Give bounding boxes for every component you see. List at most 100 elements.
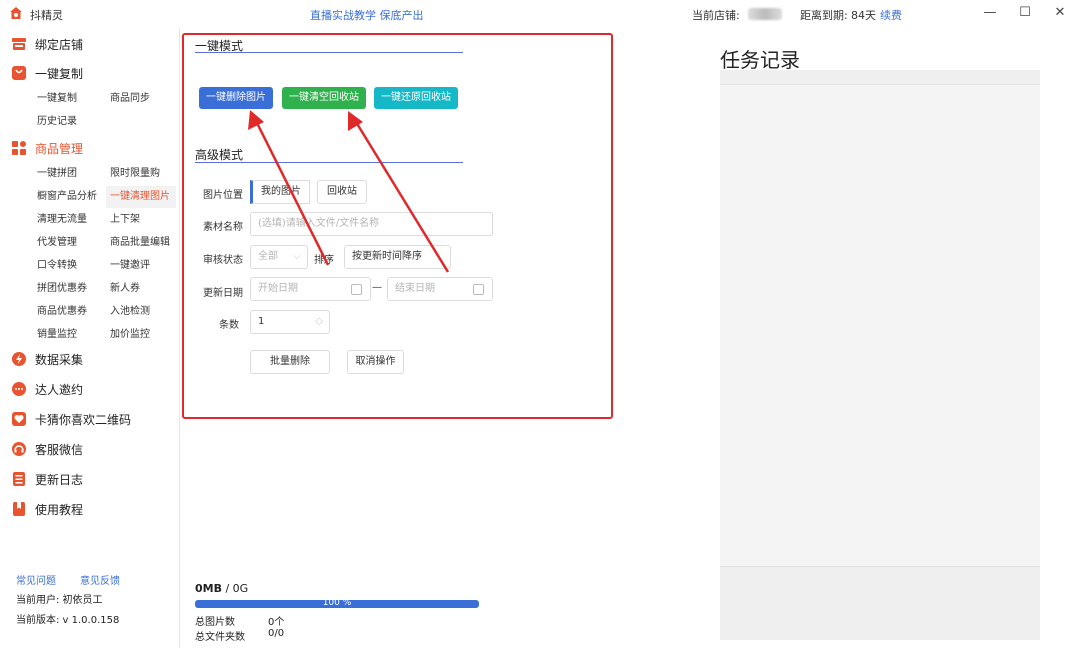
total-folders-label: 总文件夹数 — [195, 632, 245, 643]
sort-label: 排序 — [314, 255, 334, 266]
nav-tutorial[interactable]: 使用教程 — [0, 497, 180, 521]
calendar-icon — [351, 284, 362, 295]
count-stepper[interactable]: 1 ◇ — [250, 310, 330, 334]
end-date-placeholder: 结束日期 — [395, 283, 435, 294]
bookmark-icon — [13, 502, 25, 516]
batch-delete-button[interactable]: 批量删除 — [250, 350, 330, 374]
maximize-button[interactable]: ☐ — [1015, 4, 1035, 22]
end-date-input[interactable]: 结束日期 — [387, 277, 493, 301]
heart-icon — [12, 412, 26, 426]
bag-icon — [12, 66, 26, 80]
nav-copy[interactable]: 一键复制 — [0, 61, 180, 85]
list-icon — [13, 472, 25, 486]
audit-status-label: 审核状态 — [203, 255, 243, 266]
sub-code-convert[interactable]: 口令转换 — [33, 255, 77, 277]
nav-changelog[interactable]: 更新日志 — [0, 467, 180, 491]
store-label: 当前店铺: — [692, 9, 740, 22]
sub-window-analysis[interactable]: 橱窗产品分析 — [33, 186, 97, 208]
segment-my-images[interactable]: 我的图片 — [250, 180, 310, 204]
chevron-down-icon: ⌵ — [293, 251, 301, 262]
expire-days: 84天 — [851, 9, 876, 22]
sub-price-monitor[interactable]: 加价监控 — [106, 324, 150, 346]
sub-pool-check[interactable]: 入池检测 — [106, 301, 150, 323]
sort-select[interactable]: 按更新时间降序 — [344, 245, 451, 269]
total-images-value: 0个 — [268, 617, 285, 628]
storage-total: / 0G — [221, 582, 249, 595]
close-button[interactable]: ✕ — [1050, 4, 1070, 22]
nav-copy-label: 一键复制 — [35, 67, 84, 81]
delete-images-button[interactable]: 一键删除图片 — [199, 87, 273, 109]
sub-dropship[interactable]: 代发管理 — [33, 232, 77, 254]
faq-link[interactable]: 常见问题 — [16, 572, 56, 587]
sub-goods-coupon[interactable]: 商品优惠券 — [33, 301, 87, 323]
storage-progress-text: 100 % — [322, 598, 352, 608]
grid-icon — [12, 141, 26, 155]
audit-status-select[interactable]: 全部 ⌵ — [250, 245, 308, 269]
nav-data-collect[interactable]: 数据采集 — [0, 347, 180, 371]
promo-link[interactable]: 直播实战教学 保底产出 — [310, 7, 424, 23]
nav-tutorial-label: 使用教程 — [35, 503, 84, 517]
nav-influencer[interactable]: 达人邀约 — [0, 377, 180, 401]
nav-qr[interactable]: 卡猜你喜欢二维码 — [0, 407, 180, 431]
nav-goods-manage-label: 商品管理 — [35, 142, 84, 156]
sub-sales-monitor[interactable]: 销量监控 — [33, 324, 77, 346]
nav-bind-store[interactable]: 绑定店铺 — [0, 32, 180, 56]
quick-mode-divider — [195, 52, 463, 53]
sub-batch-edit[interactable]: 商品批量编辑 — [106, 232, 170, 254]
nav-service[interactable]: 客服微信 — [0, 437, 180, 461]
chat-icon — [12, 382, 26, 396]
calendar-icon — [473, 284, 484, 295]
material-name-label: 素材名称 — [203, 222, 243, 233]
total-folders-value: 0/0 — [268, 628, 285, 639]
nav-qr-label: 卡猜你喜欢二维码 — [35, 413, 132, 427]
sidebar: 绑定店铺 一键复制 一键复制 商品同步 历史记录 商品管理 一键拼团 限时限量购… — [0, 28, 180, 648]
version-text: 当前版本: v 1.0.0.158 — [16, 615, 120, 626]
count-label: 条数 — [219, 320, 239, 331]
sub-invite-review[interactable]: 一键邀评 — [106, 255, 150, 277]
count-value: 1 — [258, 316, 265, 327]
lightning-icon — [12, 352, 26, 366]
sub-one-click-copy[interactable]: 一键复制 — [33, 88, 77, 110]
total-images-label: 总图片数 — [195, 617, 235, 628]
sub-newcomer-coupon[interactable]: 新人券 — [106, 278, 140, 300]
sub-flash-sale[interactable]: 限时限量购 — [106, 163, 160, 185]
sub-group-buy[interactable]: 一键拼团 — [33, 163, 77, 185]
empty-recycle-button[interactable]: 一键清空回收站 — [282, 87, 366, 109]
sub-clean-images[interactable]: 一键清理图片 — [106, 186, 176, 208]
nav-influencer-label: 达人邀约 — [35, 383, 84, 397]
minimize-button[interactable]: — — [980, 4, 1000, 22]
nav-goods-manage[interactable]: 商品管理 — [0, 136, 180, 160]
sub-group-coupon[interactable]: 拼团优惠券 — [33, 278, 87, 300]
renew-link[interactable]: 续费 — [880, 7, 902, 23]
advanced-mode-title: 高级模式 — [195, 148, 244, 162]
advanced-mode-divider — [195, 162, 463, 163]
nav-bind-store-label: 绑定店铺 — [35, 38, 84, 52]
material-name-input[interactable]: (选填)请输入文件/文件名称 — [250, 212, 493, 236]
store-icon — [12, 38, 26, 50]
storage-info: 0MB / 0G — [195, 582, 248, 595]
sub-history[interactable]: 历史记录 — [33, 111, 77, 133]
app-name: 抖精灵 — [30, 9, 63, 22]
start-date-placeholder: 开始日期 — [258, 283, 298, 294]
app-logo-icon — [10, 7, 22, 19]
feedback-link[interactable]: 意见反馈 — [80, 572, 120, 587]
storage-used: 0MB — [195, 582, 222, 595]
expire-label: 距离到期: — [800, 9, 848, 22]
sub-shelf[interactable]: 上下架 — [106, 209, 140, 231]
audit-status-value: 全部 — [258, 251, 278, 262]
current-user: 当前用户: 初依员工 — [16, 595, 103, 606]
sub-clean-no-traffic[interactable]: 清理无流量 — [33, 209, 87, 231]
nav-data-collect-label: 数据采集 — [35, 353, 84, 367]
sub-goods-sync[interactable]: 商品同步 — [106, 88, 150, 110]
date-separator: — — [372, 282, 382, 293]
restore-recycle-button[interactable]: 一键还原回收站 — [374, 87, 458, 109]
segment-recycle-bin[interactable]: 回收站 — [317, 180, 367, 204]
task-record-list[interactable] — [720, 84, 1040, 567]
nav-service-label: 客服微信 — [35, 443, 84, 457]
task-record-title: 任务记录 — [720, 48, 800, 72]
title-bar: 抖精灵 直播实战教学 保底产出 当前店铺: 距离到期: 84天 续费 — ☐ ✕ — [0, 0, 1080, 28]
cancel-operation-button[interactable]: 取消操作 — [347, 350, 404, 374]
nav-changelog-label: 更新日志 — [35, 473, 84, 487]
start-date-input[interactable]: 开始日期 — [250, 277, 371, 301]
stepper-icon: ◇ — [315, 316, 323, 327]
